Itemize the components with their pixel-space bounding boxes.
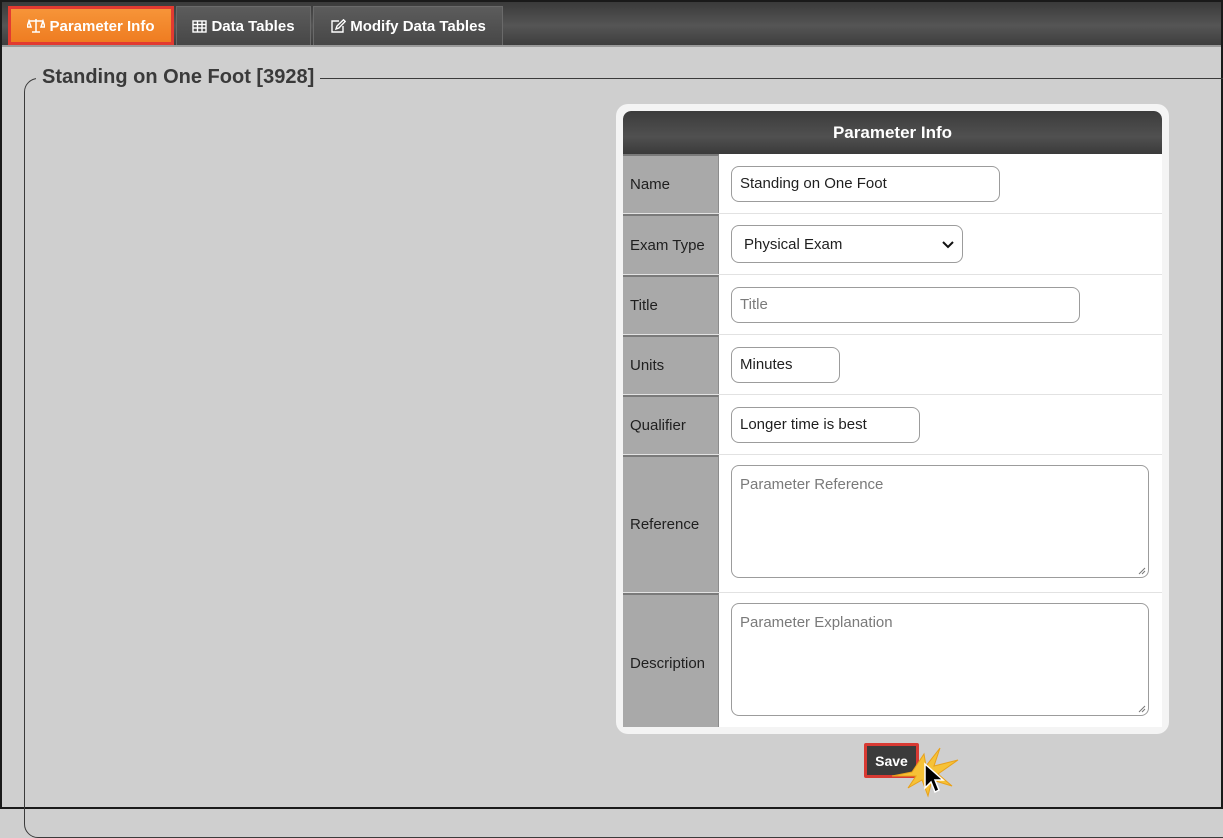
tab-label: Modify Data Tables bbox=[350, 17, 486, 35]
row-qualifier: Qualifier Longer time is best bbox=[623, 395, 1162, 455]
qualifier-label: Qualifier bbox=[623, 395, 719, 454]
reference-cell: Parameter Reference bbox=[719, 455, 1162, 592]
balance-scale-icon bbox=[27, 18, 46, 34]
name-cell: Standing on One Foot bbox=[719, 154, 1162, 213]
qualifier-input[interactable]: Longer time is best bbox=[731, 406, 920, 443]
row-reference: Reference Parameter Reference bbox=[623, 455, 1162, 593]
panel-title: Parameter Info bbox=[623, 111, 1162, 154]
parameter-info-panel: Parameter Info Name Standing on One Foot… bbox=[616, 104, 1169, 734]
resize-grip-icon[interactable] bbox=[1138, 705, 1146, 713]
save-button[interactable]: Save bbox=[864, 743, 919, 778]
row-description: Description Parameter Explanation bbox=[623, 593, 1162, 727]
parameter-legend: Standing on One Foot [3928] bbox=[36, 66, 321, 89]
description-placeholder: Parameter Explanation bbox=[740, 614, 893, 631]
row-exam-type: Exam Type Physical Exam bbox=[623, 214, 1162, 275]
tab-label: Parameter Info bbox=[49, 17, 155, 35]
name-input[interactable]: Standing on One Foot bbox=[731, 165, 1000, 202]
title-cell: Title bbox=[719, 275, 1162, 334]
row-units: Units Minutes bbox=[623, 335, 1162, 395]
reference-label: Reference bbox=[623, 455, 719, 592]
exam-type-select[interactable]: Physical Exam bbox=[731, 225, 963, 263]
units-cell: Minutes bbox=[719, 335, 1162, 394]
tab-data-tables[interactable]: Data Tables bbox=[176, 6, 311, 45]
row-name: Name Standing on One Foot bbox=[623, 154, 1162, 214]
tab-modify-data-tables[interactable]: Modify Data Tables bbox=[313, 6, 503, 45]
table-icon bbox=[192, 19, 208, 33]
tab-label: Data Tables bbox=[211, 17, 295, 35]
qualifier-cell: Longer time is best bbox=[719, 395, 1162, 454]
description-label: Description bbox=[623, 593, 719, 727]
resize-grip-icon[interactable] bbox=[1138, 567, 1146, 575]
title-input[interactable]: Title bbox=[731, 286, 1080, 323]
description-cell: Parameter Explanation bbox=[719, 593, 1162, 727]
exam-type-cell: Physical Exam bbox=[719, 214, 1162, 274]
exam-type-value: Physical Exam bbox=[744, 235, 843, 253]
tab-bar: Parameter Info Data Tables Modify Data T… bbox=[2, 2, 1221, 47]
reference-placeholder: Parameter Reference bbox=[740, 476, 884, 493]
units-input[interactable]: Minutes bbox=[731, 346, 840, 383]
parameter-info-table: Parameter Info Name Standing on One Foot… bbox=[623, 111, 1162, 727]
tab-parameter-info[interactable]: Parameter Info bbox=[8, 6, 174, 45]
units-label: Units bbox=[623, 335, 719, 394]
name-label: Name bbox=[623, 154, 719, 213]
title-label: Title bbox=[623, 275, 719, 334]
chevron-down-icon bbox=[942, 236, 954, 253]
row-title: Title Title bbox=[623, 275, 1162, 335]
edit-icon bbox=[330, 18, 347, 34]
exam-type-label: Exam Type bbox=[623, 214, 719, 274]
reference-textarea[interactable]: Parameter Reference bbox=[731, 465, 1149, 578]
description-textarea[interactable]: Parameter Explanation bbox=[731, 603, 1149, 716]
